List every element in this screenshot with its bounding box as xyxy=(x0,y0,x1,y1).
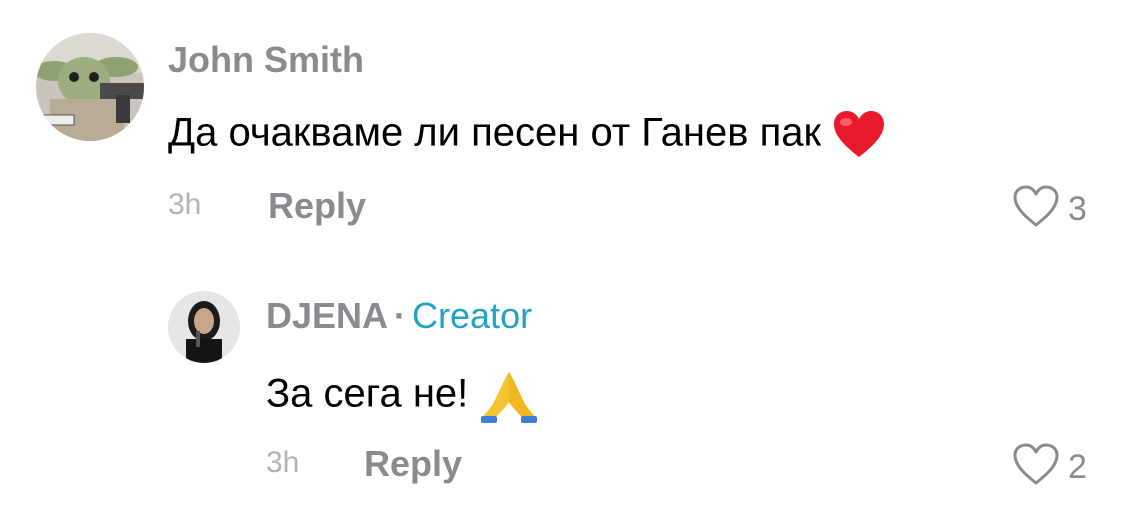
heart-outline-icon xyxy=(1012,442,1060,491)
like-count: 3 xyxy=(1068,189,1087,228)
reply-body: За сега не! xyxy=(266,371,469,416)
separator-dot: · xyxy=(394,295,407,336)
reply-time: 3h xyxy=(266,446,300,479)
reply-username-row: DJENA · Creator xyxy=(266,298,532,334)
reply-text: За сега не! xyxy=(266,368,539,424)
heart-emoji-icon xyxy=(832,110,886,160)
like-button[interactable]: 3 xyxy=(1012,184,1087,233)
creator-badge: Creator xyxy=(412,295,533,336)
comment-username[interactable]: John Smith xyxy=(168,42,364,78)
avatar-john-smith[interactable] xyxy=(36,33,144,141)
avatar-image xyxy=(36,33,144,141)
folded-hands-emoji-icon xyxy=(479,368,539,424)
like-count: 2 xyxy=(1068,447,1087,486)
comment-text: Да очакваме ли песен от Ганев пак xyxy=(168,110,886,160)
heart-outline-icon xyxy=(1012,184,1060,233)
comment-time: 3h xyxy=(168,188,202,221)
reply-username[interactable]: DJENA xyxy=(266,295,388,336)
reply-button[interactable]: Reply xyxy=(268,188,366,224)
reply-button[interactable]: Reply xyxy=(364,446,462,482)
avatar-djena[interactable] xyxy=(168,291,240,363)
comment-body: Да очакваме ли песен от Ганев пак xyxy=(168,110,822,155)
avatar-image xyxy=(168,291,240,363)
like-button[interactable]: 2 xyxy=(1012,442,1087,491)
